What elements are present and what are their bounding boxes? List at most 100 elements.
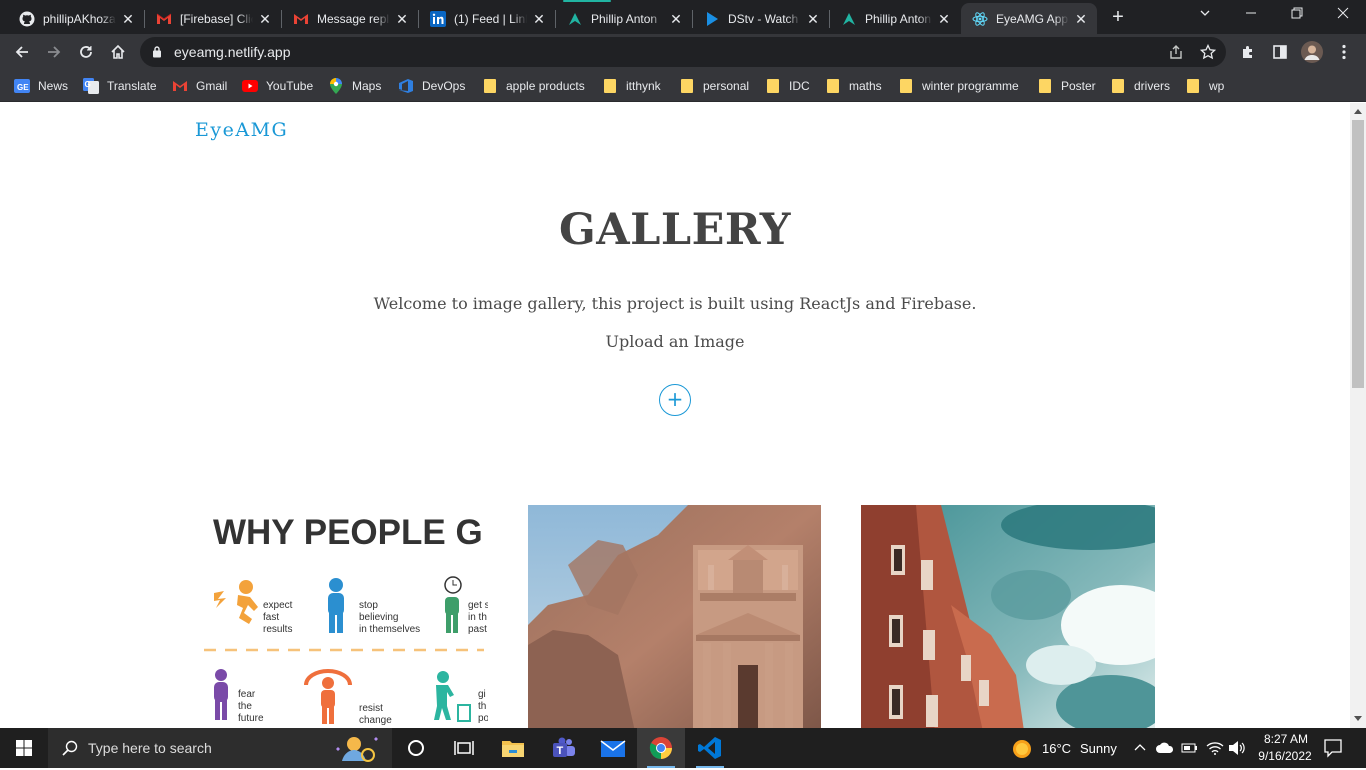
tab-title: [Firebase] Click — [180, 11, 253, 26]
address-bar[interactable]: eyeamg.netlify.app — [140, 37, 1226, 67]
petra-photo — [528, 505, 821, 728]
bookmark-folder-winter-programme[interactable]: winter programme — [898, 77, 1019, 95]
folder-icon — [898, 78, 914, 94]
tab-dstv[interactable]: DStv - Watch ✕ — [693, 3, 829, 34]
tab-close-icon[interactable]: ✕ — [1073, 11, 1089, 27]
file-explorer-button[interactable] — [489, 728, 537, 768]
bookmark-youtube[interactable]: YouTube — [242, 77, 313, 95]
teams-icon: T — [553, 737, 575, 757]
bookmark-devops[interactable]: DevOps — [398, 77, 465, 95]
profile-avatar[interactable] — [1298, 38, 1326, 66]
tab-message-mail[interactable]: Message replied ✕ — [282, 3, 418, 34]
tab-search-button[interactable] — [1182, 0, 1228, 30]
start-button[interactable] — [0, 728, 48, 768]
chevron-up-icon[interactable] — [1133, 741, 1147, 760]
lock-icon[interactable] — [152, 45, 162, 63]
site-logo[interactable]: EyeAMG — [195, 119, 288, 141]
search-highlight-icon[interactable] — [328, 731, 380, 770]
cortana-button[interactable] — [392, 728, 440, 768]
tab-github[interactable]: phillipAKhoza ✕ — [8, 3, 144, 34]
tab-close-icon[interactable]: ✕ — [394, 11, 410, 27]
extensions-button[interactable] — [1234, 38, 1262, 66]
page-scrollbar[interactable] — [1350, 103, 1366, 728]
puzzle-icon — [1243, 46, 1252, 58]
tab-close-icon[interactable]: ✕ — [257, 11, 273, 27]
gallery-page: EyeAMG GALLERY Welcome to image gallery,… — [0, 103, 1350, 728]
mail-button[interactable] — [589, 728, 637, 768]
tab-netlify-2[interactable]: Phillip Anton ✕ — [830, 3, 960, 34]
windows-taskbar: Type here to search T 16°C Sunny 8:27 AM… — [0, 728, 1366, 768]
tab-linkedin[interactable]: (1) Feed | LinkedIn ✕ — [419, 3, 555, 34]
bookmark-label: News — [38, 79, 69, 93]
bookmark-gmail[interactable]: Gmail — [172, 77, 227, 95]
side-panel-button[interactable] — [1266, 38, 1294, 66]
bookmark-folder-poster[interactable]: Poster — [1037, 77, 1096, 95]
infographic-caption: fear — [238, 689, 256, 700]
bookmark-folder-maths[interactable]: maths — [825, 77, 882, 95]
gallery-image-petra[interactable] — [528, 505, 821, 728]
taskbar-search-box[interactable]: Type here to search — [48, 728, 392, 768]
weather-temperature[interactable]: 16°C — [1042, 741, 1071, 756]
home-button[interactable] — [104, 38, 132, 66]
task-view-button[interactable] — [440, 728, 488, 768]
url-text[interactable]: eyeamg.netlify.app — [174, 44, 290, 60]
bookmark-folder-wp[interactable]: wp — [1185, 77, 1224, 95]
volume-icon[interactable] — [1228, 740, 1246, 761]
tab-close-icon[interactable]: ✕ — [668, 11, 684, 27]
gallery-image-infographic[interactable]: WHY PEOPLE G expect fast results stop be… — [194, 505, 488, 728]
folder-icon — [482, 78, 498, 94]
reload-button[interactable] — [72, 38, 100, 66]
forward-button[interactable] — [40, 38, 68, 66]
upload-image-button[interactable]: + — [659, 384, 691, 416]
bookmark-label: apple products — [506, 79, 585, 93]
weather-condition[interactable]: Sunny — [1080, 741, 1117, 756]
battery-icon[interactable] — [1181, 741, 1199, 760]
bookmark-news[interactable]: GE News — [14, 77, 68, 95]
bookmark-label: Translate — [107, 79, 157, 93]
minimize-icon — [1246, 12, 1256, 14]
scroll-up-arrow-icon[interactable] — [1354, 109, 1362, 114]
weather-sun-icon[interactable] — [1012, 739, 1032, 764]
scroll-down-arrow-icon[interactable] — [1354, 716, 1362, 721]
chrome-button[interactable] — [637, 728, 685, 768]
vscode-button[interactable] — [686, 728, 734, 768]
clock-date[interactable]: 9/16/2022 — [1252, 749, 1318, 763]
teams-button[interactable]: T — [540, 728, 588, 768]
tab-close-icon[interactable]: ✕ — [936, 11, 952, 27]
buildings-photo — [861, 505, 1155, 728]
close-icon — [1337, 7, 1349, 19]
minimize-button[interactable] — [1228, 0, 1274, 30]
tab-close-icon[interactable]: ✕ — [531, 11, 547, 27]
share-icon[interactable] — [1168, 44, 1184, 60]
tab-close-icon[interactable]: ✕ — [120, 11, 136, 27]
tab-close-icon[interactable]: ✕ — [805, 11, 821, 27]
bookmark-folder-personal[interactable]: personal — [679, 77, 749, 95]
bookmark-star-icon[interactable] — [1199, 43, 1217, 60]
notification-icon[interactable] — [1324, 738, 1342, 763]
menu-button[interactable] — [1330, 38, 1358, 66]
tab-netlify-1[interactable]: Phillip Anton ✕ — [556, 3, 692, 34]
wifi-icon[interactable] — [1206, 740, 1224, 761]
tab-eyeamg[interactable]: EyeAMG App ✕ — [961, 3, 1097, 34]
restore-button[interactable] — [1274, 0, 1320, 30]
bookmark-folder-itthynk[interactable]: itthynk — [602, 77, 661, 95]
new-tab-button[interactable]: + — [1106, 6, 1130, 28]
close-window-button[interactable] — [1320, 0, 1366, 30]
onedrive-cloud-icon[interactable] — [1155, 741, 1175, 760]
tab-title: phillipAKhoza — [43, 11, 116, 26]
welcome-text: Welcome to image gallery, this project i… — [373, 294, 977, 313]
bookmark-maps[interactable]: Maps — [328, 77, 381, 95]
clock-time[interactable]: 8:27 AM — [1256, 732, 1316, 746]
gallery-image-buildings[interactable] — [861, 505, 1155, 728]
infographic-caption: change — [359, 715, 392, 726]
bookmark-translate[interactable]: G Translate — [83, 77, 157, 95]
gmail-icon — [293, 11, 309, 27]
arrow-left-icon — [15, 46, 28, 58]
back-button[interactable] — [8, 38, 36, 66]
tab-firebase-mail[interactable]: [Firebase] Click ✕ — [145, 3, 281, 34]
bookmark-folder-idc[interactable]: IDC — [765, 77, 810, 95]
search-icon — [62, 740, 78, 761]
bookmark-folder-drivers[interactable]: drivers — [1110, 77, 1170, 95]
bookmark-folder-apple-products[interactable]: apple products — [482, 77, 585, 95]
scrollbar-thumb[interactable] — [1352, 120, 1364, 388]
